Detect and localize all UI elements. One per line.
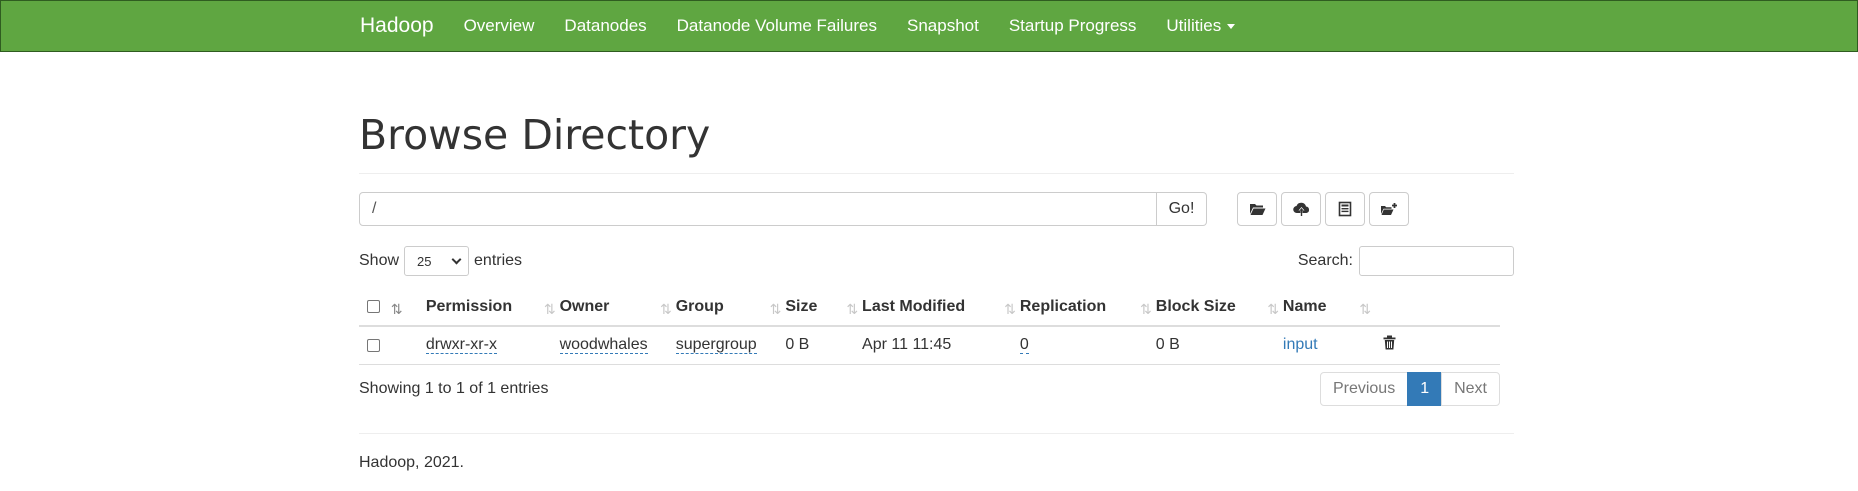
header-owner-label: Owner <box>559 298 610 315</box>
sort-icon: ⇅ <box>660 301 672 317</box>
sort-icon: ⇅ <box>846 301 858 317</box>
create-folder-icon <box>1381 203 1397 215</box>
row-checkbox[interactable] <box>367 338 380 352</box>
footer-text: Hadoop, 2021. <box>359 454 464 471</box>
header-block-size-label: Block Size <box>1155 298 1236 315</box>
path-input-group: Go! <box>359 192 1207 226</box>
pagination: Previous 1 Next <box>1319 372 1500 406</box>
nav-utilities-label: Utilities <box>1166 16 1222 35</box>
group-value[interactable]: supergroup <box>675 336 757 355</box>
header-sort-default[interactable]: ⇅ <box>390 289 426 327</box>
page-header: Browse Directory <box>359 109 1514 174</box>
show-label: Show <box>359 252 400 269</box>
block-size-cell: 0 B <box>1155 326 1283 365</box>
upload-button[interactable] <box>1281 192 1321 226</box>
file-name-link[interactable]: input <box>1283 336 1318 353</box>
open-folder-icon <box>1249 204 1265 215</box>
entries-per-page-select[interactable]: 25 <box>404 246 470 276</box>
brand-link[interactable]: Hadoop <box>360 14 434 38</box>
header-owner[interactable]: Owner ⇅ <box>559 289 676 327</box>
table-search: Search: <box>1298 246 1514 276</box>
header-replication[interactable]: Replication ⇅ <box>1019 289 1156 327</box>
owner-cell: woodwhales <box>559 326 676 365</box>
replication-value[interactable]: 0 <box>1019 336 1029 355</box>
header-name-label: Name <box>1282 298 1327 315</box>
next-page-button[interactable]: Next <box>1441 372 1500 406</box>
permission-cell: drwxr-xr-x <box>425 326 560 365</box>
page-length-control: Show 25 entries <box>359 246 522 276</box>
create-folder-button[interactable] <box>1369 192 1409 226</box>
header-name[interactable]: Name ⇅ <box>1282 289 1375 327</box>
nav-startup-progress[interactable]: Startup Progress <box>1009 16 1137 36</box>
sort-icon: ⇅ <box>1140 301 1152 317</box>
nav-snapshot[interactable]: Snapshot <box>907 16 979 36</box>
header-permission[interactable]: Permission ⇅ <box>425 289 560 327</box>
top-navbar: Hadoop Overview Datanodes Datanode Volum… <box>0 0 1858 52</box>
sort-icon: ⇅ <box>1359 301 1371 317</box>
nav-overview[interactable]: Overview <box>464 16 535 36</box>
size-cell: 0 B <box>785 326 863 365</box>
footer-divider <box>359 433 1514 434</box>
header-actions <box>1374 289 1500 327</box>
header-size-label: Size <box>785 298 818 315</box>
sort-ascending-icon: ⇅ <box>390 301 403 317</box>
header-block-size[interactable]: Block Size ⇅ <box>1155 289 1283 327</box>
go-button[interactable]: Go! <box>1157 192 1207 226</box>
entries-label: entries <box>474 252 523 269</box>
sort-icon: ⇅ <box>1267 301 1279 317</box>
table-header-row: ⇅ Permission ⇅ Owner ⇅ Group ⇅ Size ⇅ Last M… <box>359 289 1500 327</box>
page-title: Browse Directory <box>359 111 711 159</box>
row-select-cell <box>359 326 391 365</box>
group-cell: supergroup <box>675 326 786 365</box>
chevron-down-icon <box>451 254 462 264</box>
header-last-modified-label: Last Modified <box>862 298 966 315</box>
sort-icon: ⇅ <box>543 301 556 317</box>
directory-toolbar <box>1237 192 1413 226</box>
header-permission-label: Permission <box>425 298 513 315</box>
trash-icon[interactable] <box>1383 335 1396 350</box>
row-spacer-cell <box>390 326 426 365</box>
header-size[interactable]: Size ⇅ <box>785 289 863 327</box>
previous-page-button[interactable]: Previous <box>1319 372 1409 406</box>
search-label: Search: <box>1297 252 1353 269</box>
navbar-inner: Hadoop Overview Datanodes Datanode Volum… <box>360 1 1265 51</box>
directory-table: ⇅ Permission ⇅ Owner ⇅ Group ⇅ Size ⇅ Last M… <box>359 289 1500 365</box>
sort-icon: ⇅ <box>1004 301 1016 317</box>
name-cell: input <box>1282 326 1375 365</box>
page-1-button[interactable]: 1 <box>1407 372 1443 406</box>
sort-icon: ⇅ <box>769 301 782 317</box>
entries-per-page-value: 25 <box>417 253 432 269</box>
cut-paste-icon <box>1338 201 1352 217</box>
cut-paste-button[interactable] <box>1325 192 1365 226</box>
open-folder-button[interactable] <box>1237 192 1277 226</box>
select-all-checkbox[interactable] <box>367 300 380 314</box>
table-row: drwxr-xr-x woodwhales supergroup 0 B Apr… <box>359 326 1500 365</box>
permission-value[interactable]: drwxr-xr-x <box>425 336 497 355</box>
table-info: Showing 1 to 1 of 1 entries <box>359 380 549 397</box>
nav-datanodes[interactable]: Datanodes <box>564 16 646 36</box>
actions-cell <box>1374 326 1500 365</box>
last-modified-cell: Apr 11 11:45 <box>862 326 1020 365</box>
nav-datanode-volume-failures[interactable]: Datanode Volume Failures <box>677 16 877 36</box>
header-group[interactable]: Group ⇅ <box>675 289 786 327</box>
nav-utilities-dropdown[interactable]: Utilities <box>1166 16 1236 36</box>
header-select-all <box>359 289 391 327</box>
owner-value[interactable]: woodwhales <box>559 336 648 355</box>
header-replication-label: Replication <box>1019 298 1107 315</box>
directory-path-input[interactable] <box>359 192 1157 226</box>
header-group-label: Group <box>675 298 724 315</box>
upload-icon <box>1292 202 1309 216</box>
header-last-modified[interactable]: Last Modified ⇅ <box>862 289 1020 327</box>
replication-cell: 0 <box>1019 326 1156 365</box>
search-input[interactable] <box>1359 246 1514 276</box>
caret-down-icon <box>1227 23 1236 29</box>
